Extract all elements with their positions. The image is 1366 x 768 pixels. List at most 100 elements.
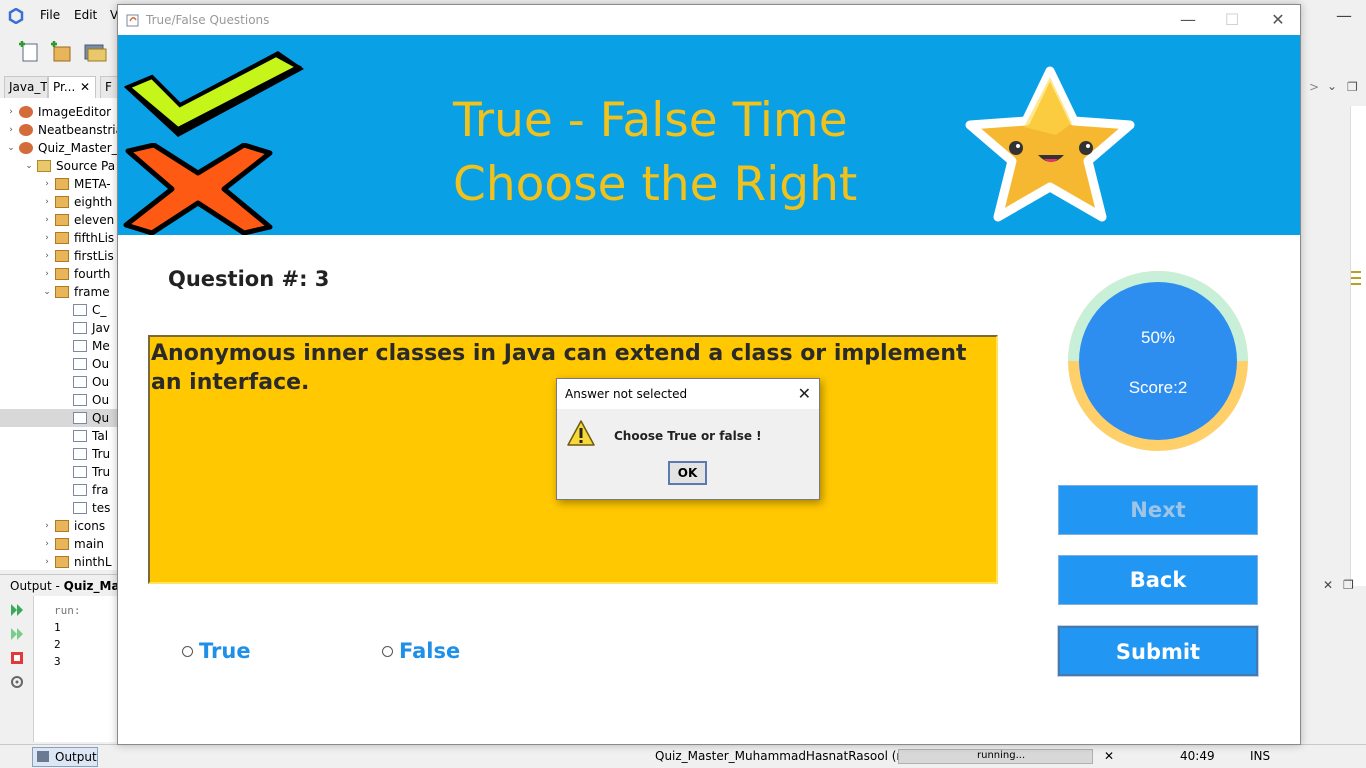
tree-item-label: Source Pa xyxy=(56,159,116,173)
output-line: 3 xyxy=(54,655,61,668)
folder-icon xyxy=(37,160,51,172)
expand-icon[interactable]: › xyxy=(42,215,52,225)
tree-item[interactable]: › ninthL xyxy=(0,553,111,570)
collapse-icon[interactable]: ⌄ xyxy=(42,287,52,297)
window-maximize-icon[interactable]: ☐ xyxy=(1210,9,1254,31)
tree-item[interactable]: Ou xyxy=(0,355,109,373)
tab-projects[interactable]: Pr... ✕ xyxy=(48,76,96,98)
tree-item-label: fourth xyxy=(74,267,111,281)
submit-button[interactable]: Submit xyxy=(1057,625,1259,677)
quiz-banner: True - False Time Choose the Right xyxy=(118,35,1300,235)
window-close-icon[interactable]: ✕ xyxy=(1256,9,1300,31)
tree-item[interactable]: ⌄ frame xyxy=(0,283,109,301)
java-file-icon xyxy=(73,466,87,478)
tree-item-label: eighth xyxy=(74,195,113,209)
java-file-icon xyxy=(73,376,87,388)
tree-item[interactable]: › icons xyxy=(0,517,105,535)
option-false[interactable]: False xyxy=(382,639,460,663)
stop-icon[interactable] xyxy=(10,651,24,665)
rerun-with-params-icon[interactable] xyxy=(9,626,25,642)
tree-item[interactable]: tes xyxy=(0,499,110,517)
window-minimize-icon[interactable]: — xyxy=(1166,9,1210,31)
package-icon xyxy=(55,286,69,298)
tree-item[interactable]: Qu xyxy=(0,409,119,427)
radio-false[interactable] xyxy=(382,645,393,657)
tree-item[interactable]: Ou xyxy=(0,391,109,409)
expand-icon[interactable]: › xyxy=(42,269,52,279)
expand-icon[interactable]: › xyxy=(42,539,52,549)
chevron-down-icon[interactable]: ⌄ xyxy=(1327,79,1337,93)
expand-icon[interactable]: › xyxy=(42,251,52,261)
output-side-toolbar xyxy=(0,596,34,742)
tree-item[interactable]: › META- xyxy=(0,175,110,193)
menu-edit[interactable]: Edit xyxy=(74,8,97,22)
tree-item[interactable]: › fifthLis xyxy=(0,229,114,247)
dialog-message: Choose True or false ! xyxy=(614,429,762,443)
tree-item[interactable]: Jav xyxy=(0,319,110,337)
progress-percent: 50% xyxy=(1141,328,1175,347)
tree-item[interactable]: › ImageEditor xyxy=(0,103,111,121)
editor-scrollbar[interactable] xyxy=(1350,106,1366,586)
expand-icon[interactable]: › xyxy=(6,125,16,135)
tree-item-label: Ou xyxy=(92,357,110,371)
ide-minimize-icon[interactable]: — xyxy=(1336,6,1352,25)
expand-icon[interactable]: › xyxy=(42,197,52,207)
menu-file[interactable]: File xyxy=(40,8,60,22)
expand-icon[interactable]: › xyxy=(42,233,52,243)
tree-item[interactable]: C_ xyxy=(0,301,106,319)
ide-panel-tabs: Java_T... Pr... ✕ F xyxy=(0,76,124,98)
open-project-icon[interactable] xyxy=(82,39,108,65)
expand-icon[interactable]: › xyxy=(42,179,52,189)
output-close-icon[interactable]: ✕ xyxy=(1323,578,1333,592)
output-status-tab[interactable]: Output xyxy=(32,747,98,767)
project-icon xyxy=(19,106,33,118)
tree-item-label: Qu xyxy=(92,411,110,425)
expand-icon[interactable]: › xyxy=(42,521,52,531)
tree-item[interactable]: › eighth xyxy=(0,193,112,211)
output-console[interactable]: run: 1 2 3 xyxy=(34,596,120,742)
tree-item[interactable]: fra xyxy=(0,481,109,499)
tree-item[interactable]: Tru xyxy=(0,463,110,481)
next-button[interactable]: Next xyxy=(1058,485,1258,535)
tree-item[interactable]: › main xyxy=(0,535,104,553)
option-true[interactable]: True xyxy=(182,639,251,663)
tree-item-label: main xyxy=(74,537,104,551)
java-file-icon xyxy=(73,304,87,316)
scroll-tabs-icon[interactable]: > xyxy=(1309,80,1319,94)
tree-item[interactable]: Ou xyxy=(0,373,109,391)
package-icon xyxy=(55,232,69,244)
java-app-icon xyxy=(126,14,139,27)
tree-item[interactable]: › firstLis xyxy=(0,247,114,265)
radio-true[interactable] xyxy=(182,645,193,657)
tab-close-icon[interactable]: ✕ xyxy=(80,80,90,94)
back-button[interactable]: Back xyxy=(1058,555,1258,605)
expand-icon[interactable]: › xyxy=(6,107,16,117)
new-file-icon[interactable] xyxy=(16,39,42,65)
tree-item[interactable]: Tru xyxy=(0,445,110,463)
cancel-run-icon[interactable]: ✕ xyxy=(1104,749,1114,763)
tree-item[interactable]: Me xyxy=(0,337,110,355)
tree-item[interactable]: › eleven xyxy=(0,211,114,229)
collapse-icon[interactable]: ⌄ xyxy=(24,161,34,171)
ok-button[interactable]: OK xyxy=(668,461,707,485)
tree-item[interactable]: ⌄ Quiz_Master_ xyxy=(0,139,118,157)
expand-icon[interactable]: › xyxy=(42,557,52,567)
restore-window-icon[interactable]: ❐ xyxy=(1347,80,1358,94)
tree-item[interactable]: Tal xyxy=(0,427,108,445)
tree-item-label: firstLis xyxy=(74,249,114,263)
tree-item-label: Quiz_Master_ xyxy=(38,141,118,155)
tree-item[interactable]: › fourth xyxy=(0,265,110,283)
tab-java[interactable]: Java_T... xyxy=(4,76,48,98)
dialog-close-icon[interactable]: ✕ xyxy=(798,384,811,403)
rerun-icon[interactable] xyxy=(9,602,25,618)
settings-icon[interactable] xyxy=(9,674,25,690)
tree-item-label: icons xyxy=(74,519,106,533)
tree-item[interactable]: › Neatbeanstria xyxy=(0,121,119,139)
new-project-icon[interactable] xyxy=(48,39,74,65)
tree-item-label: Tal xyxy=(92,429,109,443)
tree-item[interactable]: ⌄ Source Pa xyxy=(0,157,115,175)
cross-icon xyxy=(123,143,273,235)
project-tree[interactable]: › ImageEditor › Neatbeanstria ⌄ Quiz_Master_ ⌄… xyxy=(0,98,120,570)
output-maximize-icon[interactable]: ❐ xyxy=(1343,578,1354,592)
collapse-icon[interactable]: ⌄ xyxy=(6,143,16,153)
